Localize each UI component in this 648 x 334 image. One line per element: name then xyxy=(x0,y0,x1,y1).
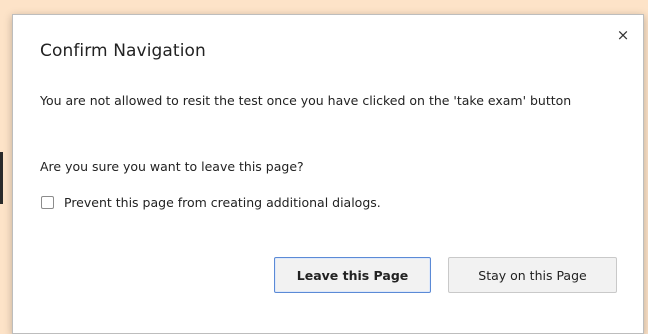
dialog-title: Confirm Navigation xyxy=(40,41,206,61)
prevent-dialogs-checkbox[interactable] xyxy=(41,196,54,209)
background-edge-mark xyxy=(0,152,3,204)
prevent-dialogs-label[interactable]: Prevent this page from creating addition… xyxy=(64,195,381,210)
dialog-question: Are you sure you want to leave this page… xyxy=(40,159,304,174)
close-icon[interactable]: × xyxy=(615,27,631,43)
leave-page-button[interactable]: Leave this Page xyxy=(274,257,431,293)
prevent-dialogs-option[interactable]: Prevent this page from creating addition… xyxy=(41,195,381,210)
stay-on-page-button[interactable]: Stay on this Page xyxy=(448,257,617,293)
confirm-navigation-dialog: × Confirm Navigation You are not allowed… xyxy=(12,14,644,334)
dialog-message: You are not allowed to resit the test on… xyxy=(40,93,572,108)
